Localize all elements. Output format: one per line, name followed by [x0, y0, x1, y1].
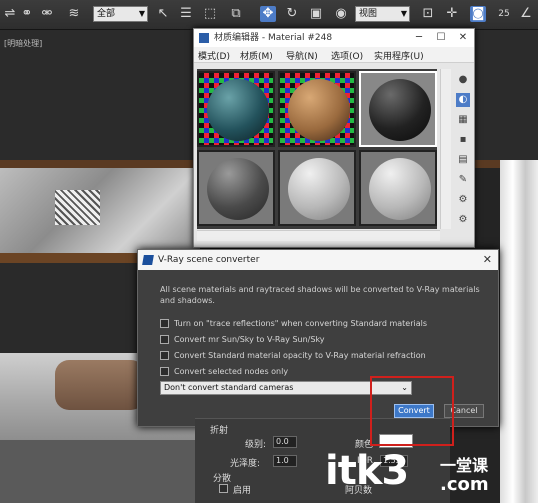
glossiness-label: 光泽度: [230, 459, 261, 469]
menu-options[interactable]: 选项(O) [331, 49, 363, 62]
sample-slot-2[interactable] [278, 71, 356, 147]
sample-slot-5[interactable] [278, 150, 356, 226]
glossiness-spinner[interactable]: 1.0 [273, 455, 297, 467]
option-label: Convert Standard material opacity to V-R… [174, 351, 426, 360]
vray-logo-icon [142, 255, 154, 265]
dialog-titlebar[interactable]: V-Ray scene converter ✕ [138, 250, 498, 270]
sample-slot-4[interactable] [197, 150, 275, 226]
material-sphere [207, 158, 269, 220]
material-sphere [207, 79, 269, 141]
option-label: Convert selected nodes only [174, 367, 289, 376]
option-label: Convert mr Sun/Sky to V-Ray Sun/Sky [174, 335, 325, 344]
dialog-description: All scene materials and raytraced shadow… [160, 285, 480, 305]
sample-slot-1[interactable] [197, 71, 275, 147]
menu-navigation[interactable]: 导航(N) [286, 49, 318, 62]
angle-snap-icon[interactable]: ∠ [518, 6, 534, 22]
material-sphere [369, 158, 431, 220]
rect-selection-icon[interactable]: ⬚ [202, 6, 218, 22]
close-button[interactable]: ✕ [452, 29, 474, 47]
checkbox[interactable] [160, 319, 169, 328]
selection-filter-dropdown[interactable]: 全部 ▼ [93, 6, 148, 22]
close-button[interactable]: ✕ [483, 250, 492, 270]
move-icon[interactable]: ✥ [260, 6, 276, 22]
material-sphere [288, 79, 350, 141]
rotate-icon[interactable]: ↻ [284, 6, 300, 22]
dispersion-group-label: 分散 [213, 474, 232, 484]
chevron-down-icon: ▼ [138, 9, 145, 18]
bind-space-warp-icon[interactable]: ≋ [66, 6, 82, 22]
camera-conversion-value: Don't convert standard cameras [164, 383, 294, 392]
level-label: 级别: [245, 440, 267, 450]
dialog-title: V-Ray scene converter [158, 255, 260, 265]
scale-icon[interactable]: ▣ [308, 6, 324, 22]
backlight-icon[interactable]: ◐ [456, 93, 470, 107]
watermark-brand: itk3 [325, 448, 409, 494]
unlink-icon[interactable]: ⚮ [39, 6, 55, 22]
pillow [55, 360, 145, 410]
sample-slot-6[interactable] [359, 150, 437, 226]
snaps-toggle[interactable]: 25 [496, 6, 512, 22]
keyboard-shortcut-icon[interactable]: ◙ [470, 6, 486, 22]
sample-type-icon[interactable]: ● [456, 73, 470, 87]
material-sphere [369, 79, 431, 141]
background-icon[interactable]: ▦ [456, 113, 470, 127]
menu-utilities[interactable]: 实用程序(U) [374, 49, 424, 62]
level-spinner[interactable]: 0.0 [273, 436, 297, 448]
reference-coordinate-value: 视图 [359, 9, 378, 19]
option-trace-reflections[interactable]: Turn on "trace reflections" when convert… [160, 318, 427, 330]
option-selected-nodes-only[interactable]: Convert selected nodes only [160, 366, 288, 378]
material-editor-titlebar[interactable]: 材质编辑器 - Material #248 ─ ☐ ✕ [194, 29, 474, 47]
vertical-scrollbar[interactable] [440, 69, 451, 229]
viewport-label[interactable]: [明暗处理] [4, 38, 42, 49]
watermark-tagline: 一堂课 [440, 456, 489, 475]
option-convert-sun-sky[interactable]: Convert mr Sun/Sky to V-Ray Sun/Sky [160, 334, 325, 346]
window-title: 材质编辑器 - Material #248 [214, 33, 333, 43]
link-icon[interactable]: ⚭ [19, 6, 35, 22]
select-by-material-icon[interactable]: ⚙ [456, 213, 470, 227]
pivot-center-icon[interactable]: ⊡ [420, 6, 436, 22]
select-object-icon[interactable]: ↖ [155, 6, 171, 22]
sample-slot-tools: ● ◐ ▦ ▪ ▤ ✎ ⚙ ⚙ [454, 69, 474, 234]
minimize-button[interactable]: ─ [408, 29, 430, 47]
photo-frame [0, 168, 200, 253]
maximize-button[interactable]: ☐ [430, 29, 452, 47]
options-icon[interactable]: ⚙ [456, 193, 470, 207]
select-manipulate-icon[interactable]: ✛ [444, 6, 460, 22]
window-crossing-icon[interactable]: ⧉ [228, 6, 244, 22]
uv-tiling-icon[interactable]: ▪ [456, 133, 470, 147]
option-label: Turn on "trace reflections" when convert… [174, 319, 427, 328]
menu-material[interactable]: 材质(M) [240, 49, 273, 62]
convert-highlight-annotation [370, 376, 454, 446]
checkbox[interactable] [160, 367, 169, 376]
enable-checkbox[interactable] [219, 484, 228, 493]
material-editor-icon [199, 33, 209, 43]
horizontal-scrollbar[interactable] [197, 230, 440, 241]
selection-filter-value: 全部 [97, 9, 116, 19]
material-editor-menubar: 模式(D) 材质(M) 导航(N) 选项(O) 实用程序(U) [194, 47, 474, 63]
sample-slot-3[interactable] [359, 71, 437, 147]
enable-label: 启用 [233, 486, 252, 496]
checkbox[interactable] [160, 335, 169, 344]
material-editor-window: 材质编辑器 - Material #248 ─ ☐ ✕ 模式(D) 材质(M) … [193, 28, 475, 248]
sample-slots [197, 69, 437, 229]
reference-coordinate-dropdown[interactable]: 视图 ▼ [355, 6, 410, 22]
section-label: 折射 [210, 426, 229, 436]
plaid-fabric [55, 190, 100, 225]
main-toolbar: ⇌ ⚭ ⚮ ≋ 全部 ▼ ↖ ☰ ⬚ ⧉ ✥ ↻ ▣ ◉ 视图 ▼ ⊡ ✛ ◙ … [0, 0, 538, 30]
option-convert-opacity[interactable]: Convert Standard material opacity to V-R… [160, 350, 426, 362]
mirror-icon[interactable]: ⇌ [2, 6, 18, 22]
material-sphere [288, 158, 350, 220]
placement-icon[interactable]: ◉ [333, 6, 349, 22]
curtain [500, 160, 538, 503]
bed-base [0, 440, 200, 503]
select-by-name-icon[interactable]: ☰ [178, 6, 194, 22]
video-color-check-icon[interactable]: ▤ [456, 153, 470, 167]
checkbox[interactable] [160, 351, 169, 360]
watermark-domain: .com [440, 474, 489, 495]
chevron-down-icon: ▼ [400, 9, 407, 18]
watermark-logo: itk3 [325, 448, 409, 494]
menu-mode[interactable]: 模式(D) [198, 49, 230, 62]
make-preview-icon[interactable]: ✎ [456, 173, 470, 187]
